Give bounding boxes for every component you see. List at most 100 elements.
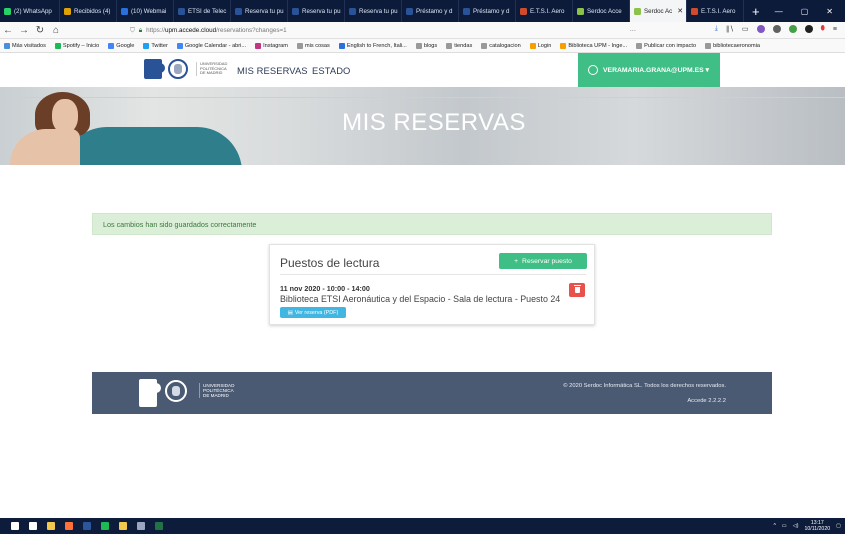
taskbar-excel-button[interactable] [150, 518, 168, 534]
tab-label: Recibidos (4) [74, 7, 111, 15]
nav-status[interactable]: ESTADO [312, 65, 350, 76]
url-bar[interactable]: ⛉ 🔒︎ https://upm.accede.cloud/reservatio… [130, 24, 650, 37]
close-tab-icon[interactable]: ✕ [677, 7, 683, 15]
browser-tab[interactable]: Préstamo y d [402, 0, 459, 22]
close-window-button[interactable]: ✕ [826, 7, 833, 16]
browser-tab[interactable]: E.T.S.I. Aero [687, 0, 744, 22]
view-pdf-button[interactable]: ▤ Ver reserva (PDF) [280, 307, 346, 318]
extension-icon-3[interactable] [788, 25, 797, 33]
library-icon[interactable]: ∥∖ [726, 25, 734, 33]
minimize-button[interactable]: — [775, 7, 783, 16]
browser-tab[interactable]: Serdoc Acce [573, 0, 630, 22]
extension-icon-2[interactable] [772, 25, 781, 33]
bookmark-label: bibliotecaeronomia [713, 42, 761, 49]
browser-tab[interactable]: E.T.S.I. Aero [516, 0, 573, 22]
bookmark-item[interactable]: mis cosas [296, 42, 330, 49]
nav-my-reservations[interactable]: MIS RESERVAS [237, 65, 308, 76]
bookmark-label: mis cosas [304, 42, 330, 49]
bookmark-item[interactable]: Google [108, 42, 134, 49]
success-alert-text: Los cambios han sido guardados correctam… [103, 219, 257, 229]
reload-icon[interactable]: ↻ [32, 25, 48, 36]
bookmark-item[interactable]: Más visitados [4, 42, 46, 49]
notifications-icon[interactable]: ▢ [836, 523, 841, 529]
tray-chevron-icon[interactable]: ^ [773, 523, 775, 529]
browser-tab[interactable]: ETSI de Telec [174, 0, 231, 22]
user-menu[interactable]: VERAMARIA.GRANA@UPM.ES ▾ [578, 53, 720, 87]
delete-reservation-button[interactable] [569, 283, 585, 297]
bookmark-item[interactable]: blogs [415, 42, 437, 49]
page-title: MIS RESERVAS [342, 109, 526, 136]
taskbar-search-button[interactable] [24, 518, 42, 534]
bookmark-label: English to French, Itali... [346, 42, 407, 49]
bookmark-item[interactable]: catalogacion [481, 42, 521, 49]
browser-tab-strip: (2) WhatsApp Recibidos (4) (10) Webmai ETSI… [0, 0, 845, 22]
maximize-button[interactable]: ▢ [801, 7, 809, 16]
bookmark-icon [255, 42, 262, 49]
tab-favicon-icon [406, 7, 413, 15]
bookmark-item[interactable]: English to French, Itali... [338, 42, 407, 49]
window-controls: — ▢ ✕ [774, 0, 845, 22]
bookmark-label: Biblioteca UPM - Inge... [568, 42, 628, 49]
taskbar-pen-button[interactable] [132, 518, 150, 534]
tab-label: Serdoc Ac [644, 7, 673, 15]
tab-label: Reserva tu pu [359, 7, 398, 15]
clock[interactable]: 13:17 10/11/2020 [805, 520, 831, 532]
bookmark-item[interactable]: Biblioteca UPM - Inge... [560, 42, 628, 49]
bookmark-item[interactable]: Twitter [143, 42, 168, 49]
bookmark-item[interactable]: Spotify – Inicio [54, 42, 99, 49]
taskbar-firefox-button[interactable] [60, 518, 78, 534]
menu-icon[interactable]: ≡ [833, 26, 837, 33]
bookmark-item[interactable]: Google Calendar - abri... [176, 42, 246, 49]
browser-tab[interactable]: (10) Webmai [117, 0, 174, 22]
bookmark-icon [4, 42, 10, 49]
taskbar-spotify-button[interactable] [96, 518, 114, 534]
browser-tab[interactable]: Recibidos (4) [60, 0, 117, 22]
taskbar-file-explorer-button[interactable] [114, 518, 132, 534]
back-icon[interactable]: ← [0, 25, 16, 36]
browser-tab[interactable]: Préstamo y d [459, 0, 516, 22]
tab-favicon-icon [235, 7, 242, 15]
bookmark-item[interactable]: Instagram [255, 42, 288, 49]
reading-spots-card: Puestos de lectura + Reservar puesto 11 … [269, 244, 595, 325]
bookmark-item[interactable]: tiendas [446, 42, 472, 49]
volume-icon[interactable]: ◁) [793, 523, 799, 529]
logo-text: UNIVERSIDAD POLITÉCNICA DE MADRID [196, 61, 227, 76]
reservation-place: Biblioteca ETSI Aeronáutica y del Espaci… [280, 294, 561, 304]
bookmarks-bar: Más visitados Spotify – Inicio Google Twitt… [0, 39, 845, 53]
browser-tab[interactable]: Serdoc Ac ✕ [630, 0, 687, 22]
download-icon[interactable]: ⤓ [715, 25, 718, 33]
extension-icon-4[interactable] [804, 25, 813, 33]
extension-icon-5[interactable]: ⬮ [821, 25, 825, 33]
bookmark-icon [176, 42, 183, 49]
navigation-bar: ← → ↻ ⌂ ⛉ 🔒︎ https://upm.accede.cloud/re… [0, 22, 845, 39]
tab-favicon-icon [64, 7, 71, 15]
browser-tab[interactable]: Reserva tu pu [231, 0, 288, 22]
excel-icon [155, 522, 163, 530]
bookmark-item[interactable]: bibliotecaeronomia [705, 42, 761, 49]
sidebar-icon[interactable]: ▭ [742, 25, 749, 33]
bookmark-item[interactable]: Publicar con impacto [636, 42, 696, 49]
bookmark-icon [143, 42, 150, 49]
tab-favicon-icon [4, 7, 11, 15]
bookmark-icon [636, 42, 643, 49]
taskbar-apps [0, 518, 168, 534]
home-icon[interactable]: ⌂ [48, 25, 64, 36]
bookmark-item[interactable]: Login [529, 42, 551, 49]
page-actions-button[interactable]: ··· [630, 27, 636, 34]
new-tab-button[interactable]: + [744, 0, 768, 22]
footer-seal-logo [165, 380, 187, 402]
browser-tab[interactable]: Reserva tu pu [345, 0, 402, 22]
tab-favicon-icon [634, 7, 641, 15]
taskbar-windows-start-button[interactable] [6, 518, 24, 534]
upm-logo[interactable] [144, 59, 165, 79]
network-icon[interactable]: ▭ [782, 523, 787, 529]
bookmark-icon [705, 42, 712, 49]
browser-tab[interactable]: (2) WhatsApp [0, 0, 60, 22]
browser-tab[interactable]: Reserva tu pu [288, 0, 345, 22]
extension-icon-1[interactable] [756, 25, 765, 33]
success-alert: Los cambios han sido guardados correctam… [92, 213, 772, 235]
taskbar-word-button[interactable] [78, 518, 96, 534]
taskbar-folder-button[interactable] [42, 518, 60, 534]
reserve-spot-button[interactable]: + Reservar puesto [499, 253, 587, 269]
forward-icon[interactable]: → [16, 25, 32, 36]
